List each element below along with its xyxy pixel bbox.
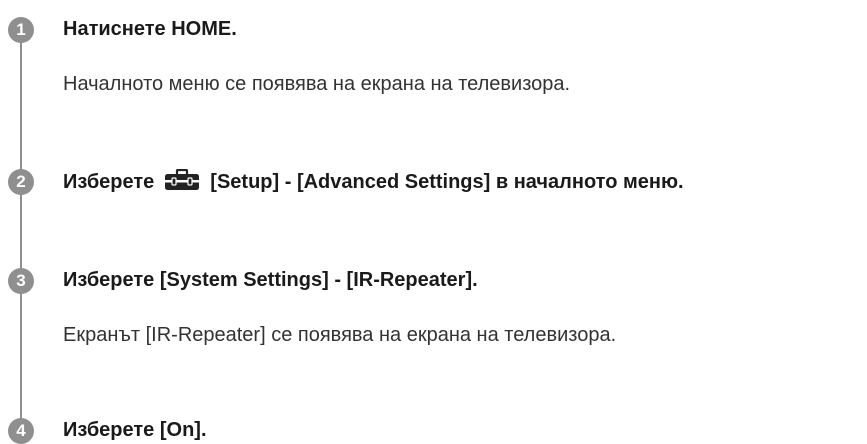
step-description: Екранът [IR-Repeater] се появява на екра… [63, 324, 617, 346]
step-title: Изберете [On]. [63, 419, 207, 441]
step-description: Началното меню се появява на екрана на т… [63, 73, 571, 95]
step-number-badge: 2 [8, 169, 34, 195]
step-title-prefix: Изберете [63, 171, 155, 193]
step-number-badge: 4 [8, 418, 34, 444]
toolbox-icon [164, 168, 200, 197]
step-title: Изберете [Setup] - [Advanced Settings] в… [63, 168, 684, 197]
timeline-line [20, 20, 22, 441]
step-title: Натиснете HOME. [63, 18, 237, 40]
step-number-badge: 1 [8, 17, 34, 43]
step-number-badge: 3 [8, 268, 34, 294]
step-title-suffix: [Setup] - [Advanced Settings] в началнот… [210, 171, 684, 193]
step-title: Изберете [System Settings] - [IR-Repeate… [63, 269, 478, 291]
